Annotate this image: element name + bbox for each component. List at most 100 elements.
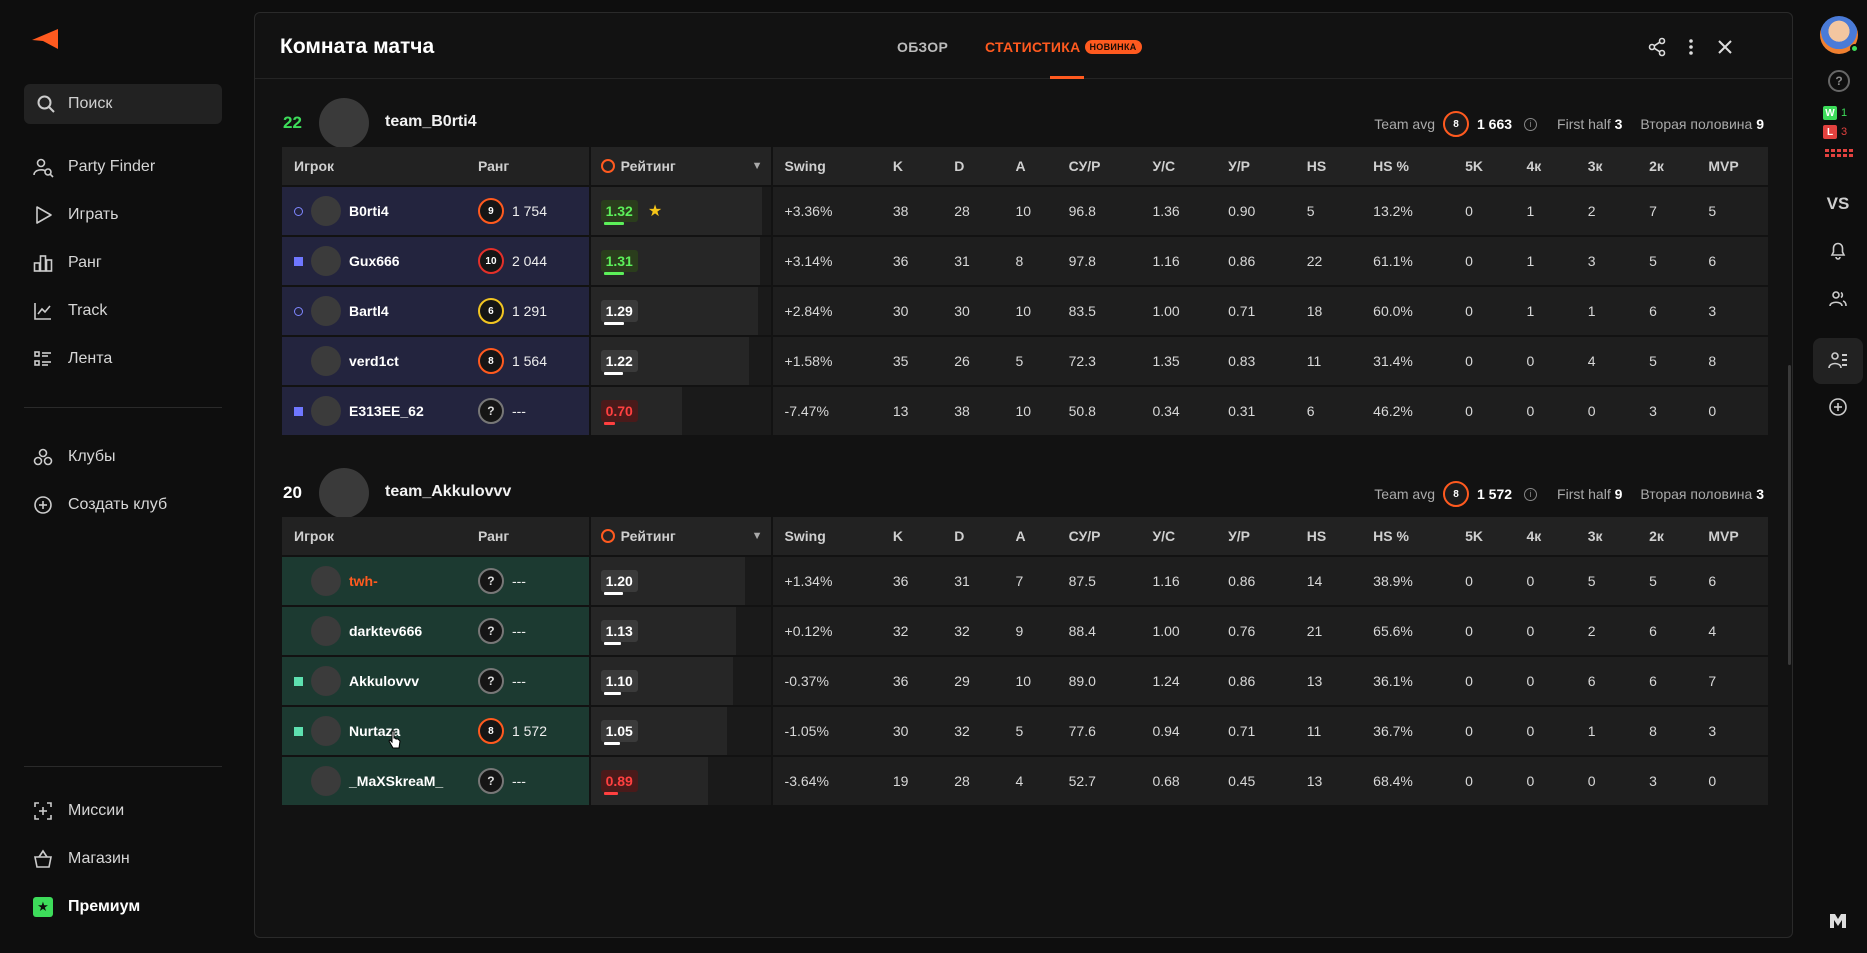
player-row[interactable]: Bartl4 6 1 291 1.29 +2.84% 30 30 10 83.5 1.00 0.71… — [282, 287, 1768, 335]
player-row[interactable]: Gux666 10 2 044 1.31 +3.14% 36 31 8 97.8 1.16 0.86… — [282, 237, 1768, 285]
player-name[interactable]: darktev666 — [349, 623, 422, 639]
column-header[interactable]: HS % — [1361, 147, 1454, 185]
player-row[interactable]: _MaXSkreaM_? --- 0.89 -3.64% 19 28 4 52.7 0.68 0.… — [282, 757, 1768, 805]
help-icon[interactable]: ? — [1828, 70, 1850, 92]
column-header[interactable]: У/Р — [1216, 517, 1295, 555]
player-avatar[interactable] — [311, 346, 341, 376]
player-row[interactable]: E313EE_62? --- 0.70 -7.47% 13 38 10 50.8 0.34 0.3… — [282, 387, 1768, 435]
notifications-bell-icon[interactable] — [1826, 238, 1850, 262]
column-header[interactable]: A — [1003, 517, 1057, 555]
tab-overview[interactable]: ОБЗОР — [897, 39, 948, 55]
player-name[interactable]: twh- — [349, 573, 378, 589]
player-avatar[interactable] — [311, 716, 341, 746]
column-header[interactable]: У/С — [1140, 517, 1217, 555]
player-name[interactable]: _MaXSkreaM_ — [349, 773, 443, 789]
team-name[interactable]: team_Akkulovvv — [385, 483, 511, 501]
column-header[interactable]: HS % — [1361, 517, 1454, 555]
sidebar-item-shop[interactable]: Магазин — [32, 847, 130, 871]
column-header[interactable]: D — [942, 147, 1004, 185]
player-cell[interactable]: twh- — [294, 566, 466, 596]
column-header[interactable]: HS — [1294, 517, 1362, 555]
close-icon[interactable] — [1713, 35, 1737, 59]
column-header-rating[interactable]: Рейтинг ▼ — [588, 517, 773, 555]
player-name[interactable]: E313EE_62 — [349, 403, 424, 419]
column-header[interactable]: Swing — [772, 147, 881, 185]
player-avatar[interactable] — [311, 396, 341, 426]
column-header[interactable]: 2к — [1637, 517, 1697, 555]
player-cell[interactable]: Nurtaza — [294, 716, 466, 746]
player-cell[interactable]: verd1ct — [294, 346, 466, 376]
player-row[interactable]: verd1ct 8 1 564 1.22 +1.58% 35 26 5 72.3 1.35 0.83… — [282, 337, 1768, 385]
column-header[interactable]: Swing — [772, 517, 881, 555]
info-icon[interactable]: i — [1524, 487, 1538, 501]
player-name[interactable]: Akkulovvv — [349, 673, 419, 689]
share-icon[interactable] — [1645, 35, 1669, 59]
team-avatar[interactable] — [319, 98, 369, 148]
sidebar-item-premium[interactable]: ★ Премиум — [32, 895, 140, 919]
versus-button[interactable]: VS — [1809, 194, 1867, 214]
more-options-icon[interactable] — [1679, 35, 1703, 59]
add-icon[interactable] — [1826, 395, 1850, 419]
column-header[interactable]: СУ/Р — [1056, 517, 1141, 555]
player-name[interactable]: B0rti4 — [349, 203, 389, 219]
player-cell[interactable]: Akkulovvv — [294, 666, 466, 696]
column-header[interactable]: СУ/Р — [1056, 147, 1141, 185]
sidebar-item-feed[interactable]: Лента — [32, 347, 112, 371]
team-name[interactable]: team_B0rti4 — [385, 113, 477, 131]
column-header[interactable]: Игрок — [282, 147, 466, 185]
column-header[interactable]: K — [880, 147, 943, 185]
sidebar-item-clubs[interactable]: Клубы — [32, 445, 116, 469]
player-cell[interactable]: _MaXSkreaM_ — [294, 766, 466, 796]
player-avatar[interactable] — [311, 296, 341, 326]
column-header[interactable]: 2к — [1637, 147, 1697, 185]
column-header[interactable]: K — [880, 517, 943, 555]
user-avatar[interactable] — [1820, 16, 1859, 54]
player-avatar[interactable] — [311, 246, 341, 276]
player-row[interactable]: Akkulovvv? --- 1.10 -0.37% 36 29 10 89.0 1.24 0.8… — [282, 657, 1768, 705]
column-header[interactable]: MVP — [1696, 517, 1768, 555]
player-avatar[interactable] — [311, 616, 341, 646]
player-cell[interactable]: Bartl4 — [294, 296, 466, 326]
sidebar-item-add-club[interactable]: Создать клуб — [32, 493, 167, 517]
player-row[interactable]: Nurtaza 8 1 572 1.05 -1.05% 30 32 5 77.6 0.94 0.71… — [282, 707, 1768, 755]
player-avatar[interactable] — [311, 566, 341, 596]
sidebar-item-rank-chart[interactable]: Ранг — [32, 251, 102, 275]
player-row[interactable]: B0rti4 9 1 754 1.32 ★ +3.36% 38 28 10 96.8 1.36 0.9… — [282, 187, 1768, 235]
sidebar-item-missions[interactable]: Миссии — [32, 799, 124, 823]
player-avatar[interactable] — [311, 766, 341, 796]
search-button[interactable]: Поиск — [24, 84, 222, 124]
app-menu-icon[interactable] — [1825, 908, 1851, 934]
tab-statistics[interactable]: СТАТИСТИКА НОВИНКА — [985, 39, 1142, 55]
player-name[interactable]: Bartl4 — [349, 303, 389, 319]
column-header[interactable]: HS — [1294, 147, 1362, 185]
column-header[interactable]: D — [942, 517, 1004, 555]
column-header[interactable]: Ранг — [465, 147, 589, 185]
player-avatar[interactable] — [311, 666, 341, 696]
player-cell[interactable]: E313EE_62 — [294, 396, 466, 426]
player-avatar[interactable] — [311, 196, 341, 226]
player-cell[interactable]: darktev666 — [294, 616, 466, 646]
column-header-rating[interactable]: Рейтинг ▼ — [588, 147, 773, 185]
sidebar-item-track[interactable]: Track — [32, 299, 107, 323]
column-header[interactable]: У/С — [1140, 147, 1217, 185]
player-name[interactable]: Gux666 — [349, 253, 400, 269]
info-icon[interactable]: i — [1524, 117, 1538, 131]
column-header[interactable]: 5K — [1453, 147, 1515, 185]
faceit-logo-icon[interactable] — [30, 28, 60, 50]
player-name[interactable]: verd1ct — [349, 353, 399, 369]
player-row[interactable]: twh-? --- 1.20 +1.34% 36 31 7 87.5 1.16 0.86 14 38.… — [282, 557, 1768, 605]
player-cell[interactable]: B0rti4 — [294, 196, 466, 226]
player-cell[interactable]: Gux666 — [294, 246, 466, 276]
sidebar-item-party-finder[interactable]: Party Finder — [32, 155, 155, 179]
column-header[interactable]: MVP — [1696, 147, 1768, 185]
match-room-icon[interactable] — [1826, 349, 1850, 373]
column-header[interactable]: У/Р — [1216, 147, 1295, 185]
column-header[interactable]: 5K — [1453, 517, 1515, 555]
friends-icon[interactable] — [1826, 287, 1850, 311]
column-header[interactable]: A — [1003, 147, 1057, 185]
column-header[interactable]: 3к — [1575, 147, 1638, 185]
sidebar-item-play[interactable]: Играть — [32, 203, 118, 227]
scrollbar[interactable] — [1788, 365, 1791, 665]
team-avatar[interactable] — [319, 468, 369, 518]
column-header[interactable]: 3к — [1575, 517, 1638, 555]
